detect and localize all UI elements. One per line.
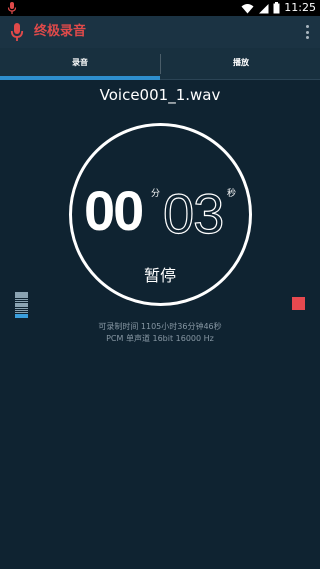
wifi-icon [241, 3, 254, 13]
status-time: 11:25 [284, 1, 316, 14]
tab-selected-indicator [0, 76, 160, 80]
pause-button-label[interactable]: 暂停 [0, 262, 320, 286]
recording-filename: Voice001_1.wav [99, 86, 221, 104]
timer-seconds: 03 [162, 182, 225, 245]
status-bar: 11:25 [0, 0, 320, 16]
mic-icon [7, 2, 17, 14]
mic-icon [10, 23, 24, 41]
level-meter-segment [15, 316, 28, 318]
remaining-time-text: 可录制时间 1105小时36分钟46秒 [98, 322, 222, 331]
app-title: 终极录音 [34, 24, 87, 39]
app-bar: 终极录音 [0, 16, 320, 48]
app-root: 11:25 终极录音 录音 播放 Voice001_1.wav 00 分 03 … [0, 0, 320, 569]
audio-level-meter [15, 292, 28, 318]
audio-format-text: PCM 单声道 16bit 16000 Hz [106, 334, 214, 343]
timer-seconds-unit: 秒 [227, 189, 237, 199]
tab-play[interactable]: 播放 [161, 48, 320, 80]
timer-minutes: 00 [84, 179, 144, 242]
timer-minutes-unit: 分 [151, 189, 161, 199]
battery-icon [273, 2, 280, 14]
overflow-menu-icon[interactable] [302, 23, 312, 41]
signal-icon [259, 3, 269, 13]
stop-icon[interactable] [292, 297, 305, 310]
status-icons: 11:25 [241, 0, 316, 16]
